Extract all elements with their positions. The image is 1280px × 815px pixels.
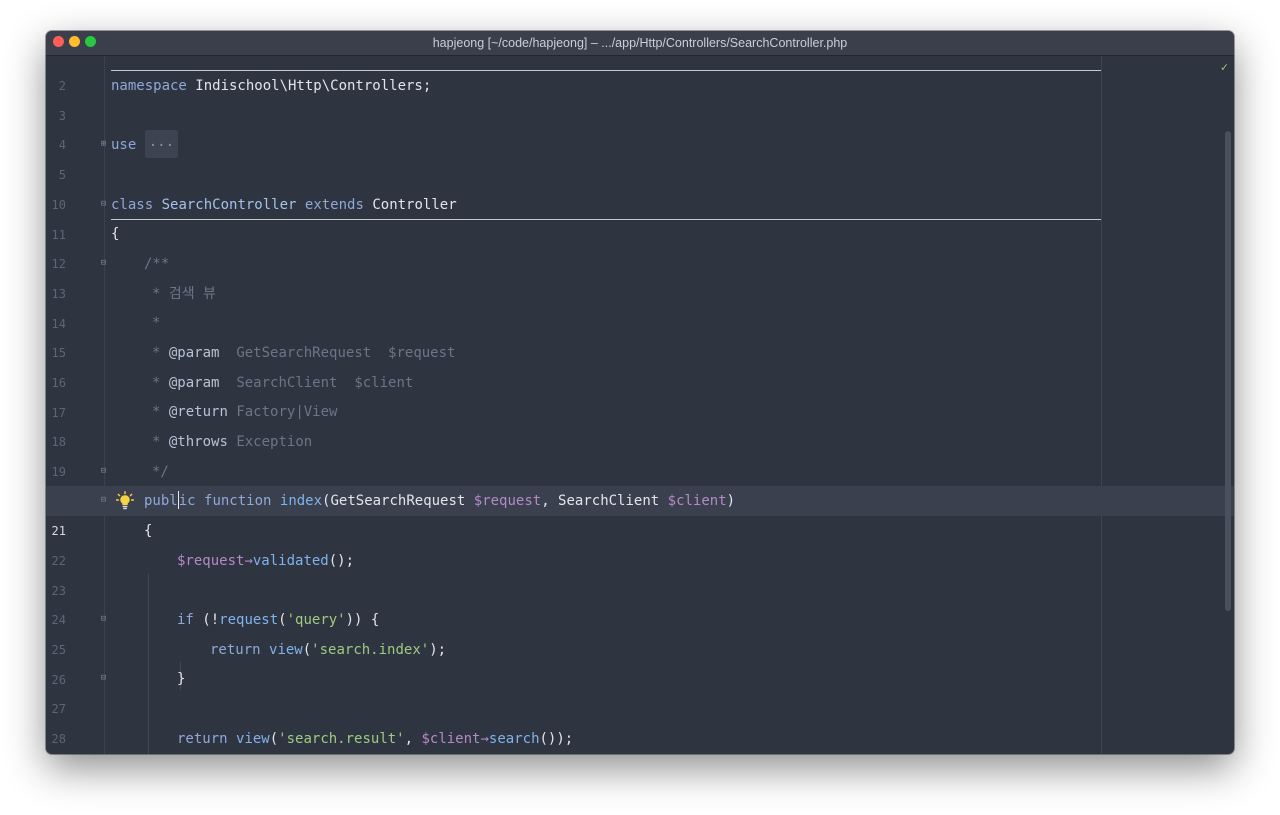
fold-plus-icon[interactable]: ⊞ (99, 139, 108, 149)
doc-tag: @return (168, 404, 228, 420)
keyword: return (177, 731, 228, 747)
code-line: 23 $request→validated(); (46, 546, 1234, 598)
code-line: 4 (46, 100, 1234, 152)
punctuation: ()); (539, 731, 574, 747)
folded-imports-placeholder[interactable]: ... (144, 130, 179, 158)
punctuation: ( (269, 731, 279, 747)
doc-comment: SearchClient $client (236, 375, 414, 391)
doc-comment: * (152, 345, 161, 361)
code-line: 2 (46, 41, 1234, 93)
code-line: 13 ⊟ /** (46, 249, 1234, 301)
doc-comment: * (152, 404, 161, 420)
doc-comment: GetSearchRequest $request (236, 345, 456, 361)
code-line: 16 * @param GetSearchRequest $request (46, 338, 1234, 390)
punctuation: ); (429, 642, 447, 658)
keyword: return (210, 642, 261, 658)
string-literal: 'search.index' (311, 642, 430, 658)
keyword: ic (178, 493, 196, 509)
code-line: 10 (46, 160, 1234, 212)
punctuation: ( (302, 642, 312, 658)
punctuation: ( (278, 612, 287, 628)
brace: } (177, 671, 186, 687)
keyword: namespace (111, 78, 187, 94)
lightbulb-intention-icon[interactable] (116, 491, 134, 511)
code-line: 15 * (46, 308, 1234, 360)
current-code-line: 21 ⊟ public function index(GetSearchRequ… (46, 486, 1234, 538)
punctuation: (); (328, 553, 355, 569)
paren: ) (726, 493, 736, 509)
vertical-scrollbar[interactable] (1225, 131, 1231, 611)
namespace-name: Indischool\Http\Controllers; (186, 78, 432, 94)
doc-comment: Factory|View (236, 404, 338, 420)
variable: $request (177, 553, 245, 569)
keyword: function (204, 493, 272, 509)
brace: { (111, 226, 120, 242)
variable: $request (473, 493, 542, 509)
code-line: 28 (46, 694, 1234, 746)
class-name: SearchController (161, 197, 297, 213)
fold-minus-icon[interactable]: ⊟ (99, 199, 108, 209)
fold-end-icon[interactable]: ⊟ (99, 466, 108, 476)
param-type: (GetSearchRequest (322, 493, 474, 509)
code-line: 11 ⊟ class SearchController extends Cont… (46, 190, 1234, 242)
code-line: 26 return view('search.index'); (46, 635, 1234, 687)
code-line: 12 { (46, 219, 1234, 271)
doc-comment: */ (152, 464, 169, 480)
fold-minus-icon[interactable]: ⊟ (99, 495, 108, 505)
code-line: 18 * @return Factory|View (46, 397, 1234, 449)
code-line: 3 namespace Indischool\Http\Controllers; (46, 71, 1234, 123)
variable: $client (667, 493, 727, 509)
function-call: request (219, 612, 279, 628)
punctuation: (! (193, 612, 220, 628)
keyword: extends (304, 197, 364, 213)
checkmark-icon[interactable]: ✓ (1221, 60, 1228, 74)
doc-comment: * 검색 뷰 (152, 286, 216, 302)
method-call: validated (252, 553, 329, 569)
doc-comment: * (152, 375, 161, 391)
code-line: 17 * @param SearchClient $client (46, 368, 1234, 420)
parent-class-name: Controller (372, 197, 457, 213)
keyword: publ (144, 493, 178, 509)
arrow-operator: → (244, 553, 253, 569)
code-line: 22 { (46, 516, 1234, 568)
string-literal: 'query' (286, 612, 346, 628)
keyword: use (111, 137, 137, 153)
doc-comment: * (152, 434, 161, 450)
variable: $client (421, 731, 481, 747)
string-literal: 'search.result' (278, 731, 405, 747)
fold-end-icon[interactable]: ⊟ (99, 673, 108, 683)
function-call: view (236, 731, 270, 747)
doc-tag: @param (168, 375, 220, 391)
code-line: 5 ⊞ use ... (46, 130, 1234, 182)
arrow-operator: → (480, 731, 489, 747)
ide-window: hapjeong [~/code/hapjeong] – .../app/Htt… (46, 31, 1234, 754)
punctuation: )) { (345, 612, 380, 628)
code-line: 19 * @throws Exception (46, 427, 1234, 479)
param-type: , SearchClient (541, 493, 668, 509)
method-call: search (488, 731, 540, 747)
code-line: 25 ⊟ if (!request('query')) { (46, 605, 1234, 657)
fold-minus-icon[interactable]: ⊟ (99, 614, 108, 624)
doc-tag: @throws (168, 434, 228, 450)
doc-comment: /** (144, 256, 170, 272)
doc-comment: Exception (236, 434, 313, 450)
punctuation: , (404, 731, 422, 747)
keyword: if (177, 612, 194, 628)
doc-comment: * (152, 315, 161, 331)
code-line: 24 (46, 575, 1234, 627)
brace: { (144, 523, 153, 539)
code-line: 20 ⊟ */ (46, 457, 1234, 509)
code-line: 29 return view('search.result', $client→… (46, 724, 1234, 754)
fold-minus-icon[interactable]: ⊟ (99, 258, 108, 268)
code-line: 14 * 검색 뷰 (46, 279, 1234, 331)
keyword: class (111, 197, 154, 213)
function-name: index (279, 493, 323, 509)
function-call: view (269, 642, 303, 658)
code-editor[interactable]: 2 3 namespace Indischool\Http\Controller… (46, 56, 1234, 754)
doc-tag: @param (168, 345, 220, 361)
code-line: 27 ⊟ } (46, 664, 1234, 716)
